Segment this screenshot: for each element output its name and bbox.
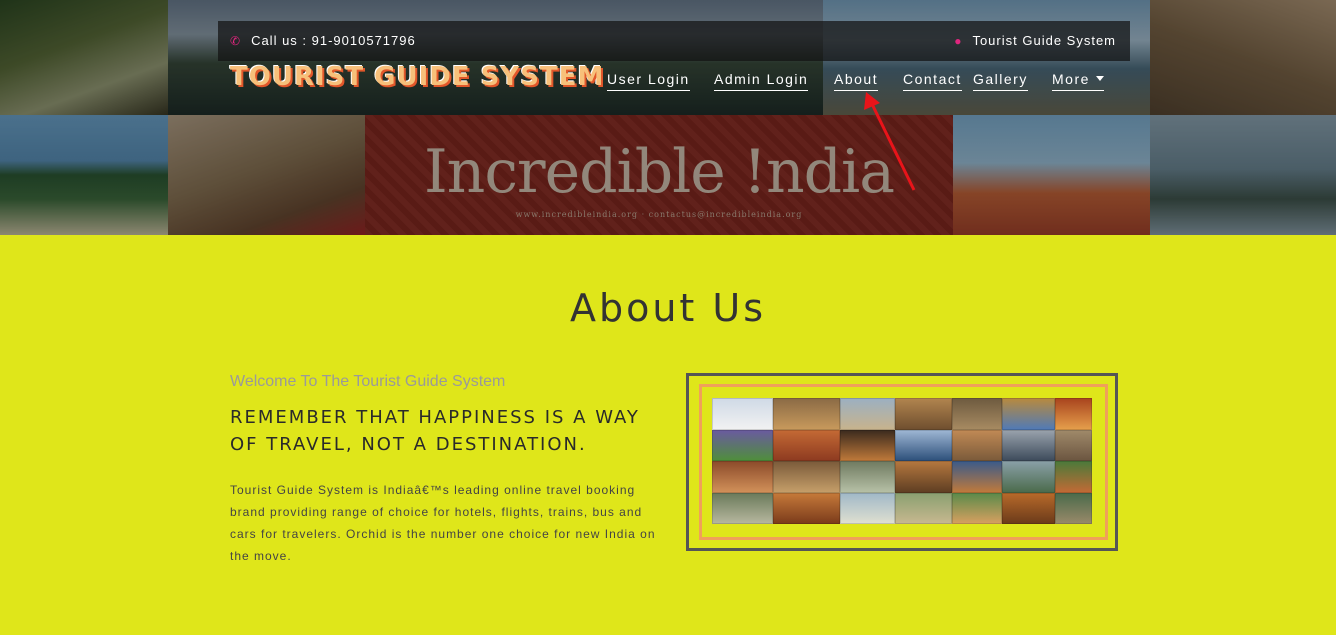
header-banner: Incredible !ndia www.incredibleindia.org…	[0, 0, 1336, 235]
collage-photo	[840, 398, 895, 430]
collage-photo	[1055, 493, 1092, 524]
collage-photo	[773, 398, 840, 430]
top-info-bar: ✆ Call us : 91-9010571796 ● Tourist Guide …	[218, 21, 1130, 61]
about-headline: REMEMBER THAT HAPPINESS IS A WAY OF TRAV…	[230, 407, 640, 455]
collage-photo	[895, 461, 952, 493]
collage-photo	[1055, 398, 1092, 430]
collage-photo	[1055, 461, 1092, 493]
collage-photo	[773, 430, 840, 461]
collage-photo	[952, 461, 1002, 493]
nav-contact[interactable]: Contact	[903, 71, 962, 91]
collage-photo	[712, 430, 773, 461]
page-title: About Us	[569, 286, 767, 330]
call-text: Call us : 91-9010571796	[251, 33, 416, 48]
collage-photo	[712, 461, 773, 493]
collage-photo	[840, 493, 895, 524]
collage-photo	[1002, 461, 1055, 493]
nav-user-login[interactable]: User Login	[607, 71, 690, 91]
site-logo[interactable]: TOURIST GUIDE SYSTEM	[230, 62, 604, 92]
collage-photo	[1002, 398, 1055, 430]
collage-photo	[1002, 430, 1055, 461]
phone-icon: ✆	[230, 34, 242, 48]
collage-photo	[952, 493, 1002, 524]
nav-more-label: More	[1052, 71, 1090, 87]
collage-photo	[712, 398, 773, 430]
location-brand: ● Tourist Guide System	[954, 33, 1116, 48]
collage-photo	[1002, 493, 1055, 524]
collage-photo	[952, 398, 1002, 430]
collage-photo	[773, 493, 840, 524]
india-landmarks-collage	[712, 398, 1092, 524]
nav-gallery[interactable]: Gallery	[973, 71, 1028, 91]
caret-down-icon	[1095, 75, 1104, 81]
call-us: ✆ Call us : 91-9010571796	[230, 33, 416, 48]
collage-photo	[773, 461, 840, 493]
nav-about[interactable]: About	[834, 71, 879, 91]
collage-photo	[895, 493, 952, 524]
collage-photo	[840, 430, 895, 461]
welcome-subtitle: Welcome To The Tourist Guide System	[230, 373, 506, 390]
collage-photo	[895, 430, 952, 461]
collage-photo	[1055, 430, 1092, 461]
about-paragraph: Tourist Guide System is Indiaâ€™s leadin…	[230, 483, 656, 563]
collage-photo	[840, 461, 895, 493]
collage-photo	[712, 493, 773, 524]
map-marker-icon: ●	[954, 34, 963, 48]
collage-photo	[952, 430, 1002, 461]
brand-text: Tourist Guide System	[972, 33, 1116, 48]
nav-admin-login[interactable]: Admin Login	[714, 71, 809, 91]
nav-more-dropdown[interactable]: More	[1052, 71, 1104, 91]
collage-photo	[895, 398, 952, 430]
